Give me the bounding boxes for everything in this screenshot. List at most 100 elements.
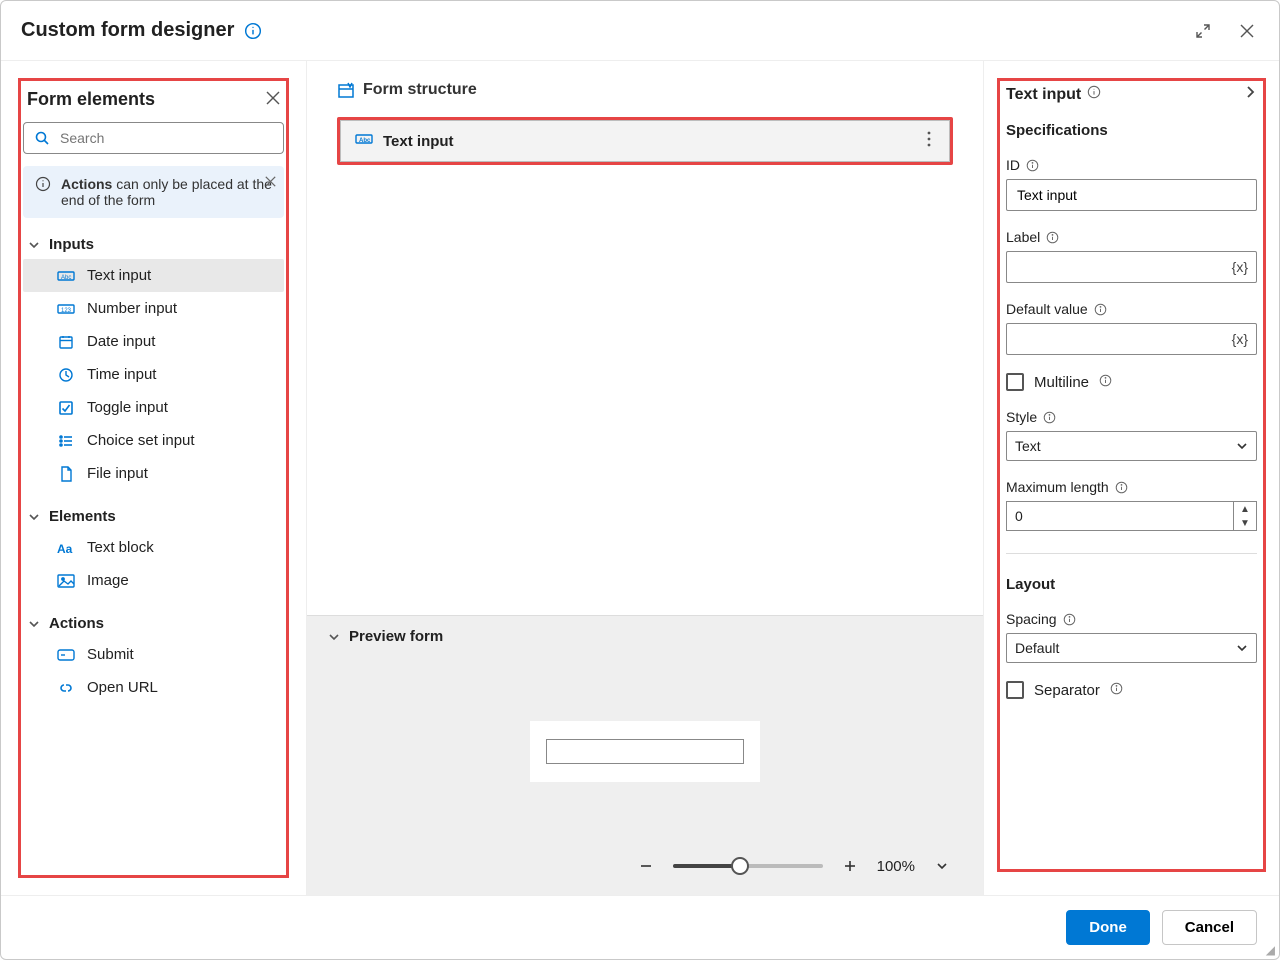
- token-insert-icon[interactable]: {x}: [1226, 259, 1248, 275]
- spacing-select[interactable]: Default: [1006, 633, 1257, 663]
- item-number-input[interactable]: 123 Number input: [23, 292, 284, 325]
- info-icon[interactable]: [1094, 303, 1107, 316]
- group-elements-title: Elements: [49, 508, 116, 525]
- time-input-icon: [57, 367, 75, 383]
- svg-text:123: 123: [61, 308, 72, 314]
- zoom-slider[interactable]: [673, 864, 823, 868]
- date-input-icon: [57, 334, 75, 350]
- item-label: Open URL: [87, 679, 158, 696]
- svg-text:Aa: Aa: [57, 542, 73, 555]
- item-date-input[interactable]: Date input: [23, 325, 284, 358]
- group-inputs-header[interactable]: Inputs: [23, 230, 284, 259]
- section-specifications: Specifications: [1006, 122, 1257, 139]
- item-file-input[interactable]: File input: [23, 457, 284, 490]
- item-open-url[interactable]: Open URL: [23, 671, 284, 704]
- preview-header[interactable]: Preview form: [307, 616, 983, 657]
- search-icon: [34, 130, 50, 146]
- id-input[interactable]: [1006, 179, 1257, 211]
- group-actions-title: Actions: [49, 615, 104, 632]
- item-label: Toggle input: [87, 399, 168, 416]
- multiline-checkbox[interactable]: Multiline: [1006, 373, 1257, 391]
- info-icon[interactable]: [1115, 481, 1128, 494]
- structure-item-label: Text input: [383, 133, 454, 150]
- item-label: Number input: [87, 300, 177, 317]
- item-text-input[interactable]: Abc Text input: [23, 259, 284, 292]
- more-actions-icon[interactable]: [923, 131, 935, 151]
- info-icon[interactable]: [1043, 411, 1056, 424]
- resize-grip-icon[interactable]: ◢: [1266, 943, 1275, 957]
- default-value-input[interactable]: {x}: [1006, 323, 1257, 355]
- separator-checkbox[interactable]: Separator: [1006, 681, 1257, 699]
- chevron-down-icon: [327, 630, 341, 644]
- checkbox-icon[interactable]: [1006, 373, 1024, 391]
- max-length-stepper[interactable]: 0 ▲ ▼: [1006, 501, 1257, 531]
- item-submit[interactable]: Submit: [23, 638, 284, 671]
- structure-item-highlight: Abc Text input: [337, 117, 953, 165]
- item-toggle-input[interactable]: Toggle input: [23, 391, 284, 424]
- left-panel-title: Form elements: [27, 89, 155, 110]
- dismiss-banner-icon[interactable]: [265, 174, 276, 190]
- item-image[interactable]: Image: [23, 564, 284, 597]
- group-elements: Elements Aa Text block Image: [23, 502, 284, 597]
- text-input-icon: Abc: [57, 269, 75, 283]
- info-icon[interactable]: [244, 22, 262, 40]
- item-text-block[interactable]: Aa Text block: [23, 531, 284, 564]
- cancel-button[interactable]: Cancel: [1162, 910, 1257, 945]
- item-time-input[interactable]: Time input: [23, 358, 284, 391]
- collapse-left-panel-icon[interactable]: [266, 89, 280, 110]
- chevron-right-icon[interactable]: [1243, 85, 1257, 104]
- right-panel: Text input Specifications ID Label: [983, 61, 1279, 895]
- zoom-dropdown-icon[interactable]: [931, 855, 953, 877]
- info-icon[interactable]: [1046, 231, 1059, 244]
- done-button[interactable]: Done: [1066, 910, 1150, 945]
- stepper-down-icon[interactable]: ▼: [1234, 516, 1256, 530]
- toggle-input-icon: [57, 400, 75, 416]
- style-select[interactable]: Text: [1006, 431, 1257, 461]
- image-icon: [57, 574, 75, 588]
- item-choice-set-input[interactable]: Choice set input: [23, 424, 284, 457]
- text-input-icon: Abc: [355, 132, 373, 150]
- max-length-label: Maximum length: [1006, 479, 1109, 495]
- preview-title: Preview form: [349, 628, 443, 645]
- structure-item[interactable]: Abc Text input: [340, 120, 950, 162]
- zoom-out-button[interactable]: [635, 855, 657, 877]
- label-input[interactable]: {x}: [1006, 251, 1257, 283]
- info-icon[interactable]: [1026, 159, 1039, 172]
- group-inputs: Inputs Abc Text input 123 Number input D…: [23, 230, 284, 490]
- close-icon[interactable]: [1235, 19, 1259, 43]
- info-icon[interactable]: [1099, 374, 1112, 391]
- center-panel: Form structure Abc Text input: [307, 61, 983, 895]
- chevron-down-icon: [27, 238, 41, 252]
- chevron-down-icon: [27, 510, 41, 524]
- item-label: Date input: [87, 333, 155, 350]
- token-insert-icon[interactable]: {x}: [1226, 331, 1248, 347]
- stepper-up-icon[interactable]: ▲: [1234, 502, 1256, 516]
- max-length-value[interactable]: 0: [1006, 501, 1233, 531]
- file-input-icon: [57, 466, 75, 482]
- search-input[interactable]: [23, 122, 284, 154]
- left-panel: Form elements Actions can only be placed…: [1, 61, 307, 895]
- zoom-in-button[interactable]: [839, 855, 861, 877]
- preview-text-input[interactable]: [546, 739, 744, 764]
- item-label: Text input: [87, 267, 151, 284]
- expand-icon[interactable]: [1191, 19, 1215, 43]
- svg-text:Abc: Abc: [359, 138, 371, 144]
- item-label: Choice set input: [87, 432, 195, 449]
- group-actions-header[interactable]: Actions: [23, 609, 284, 638]
- info-icon[interactable]: [1063, 613, 1076, 626]
- chevron-down-icon: [1236, 440, 1248, 452]
- info-icon[interactable]: [1110, 682, 1123, 699]
- zoom-slider-thumb[interactable]: [731, 857, 749, 875]
- group-elements-header[interactable]: Elements: [23, 502, 284, 531]
- window-header: Custom form designer: [1, 1, 1279, 61]
- spacing-label: Spacing: [1006, 611, 1057, 627]
- search-field[interactable]: [58, 129, 273, 147]
- checkbox-icon[interactable]: [1006, 681, 1024, 699]
- chevron-down-icon: [27, 617, 41, 631]
- group-inputs-title: Inputs: [49, 236, 94, 253]
- item-label: Submit: [87, 646, 134, 663]
- preview-canvas: [307, 657, 983, 845]
- choice-set-icon: [57, 433, 75, 449]
- info-icon[interactable]: [1087, 85, 1101, 104]
- zoom-bar: 100%: [307, 845, 983, 895]
